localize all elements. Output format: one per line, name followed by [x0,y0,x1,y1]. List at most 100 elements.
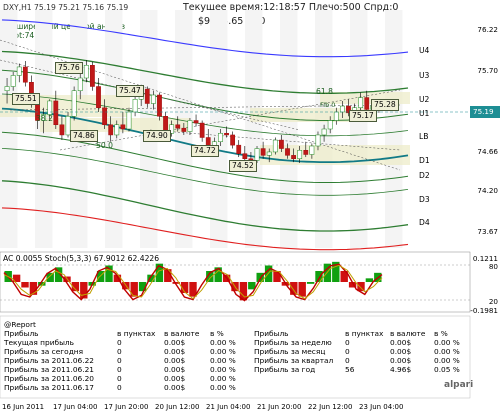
ac-bar [21,282,29,288]
ac-bar [290,282,298,295]
time-band [280,10,298,248]
report-col: в валюте [164,329,200,338]
report-cell: Прибыль за 2011.06.21 [4,365,94,374]
report-col: Прибыль [4,329,39,338]
candle [199,122,205,138]
time-band [210,10,228,248]
price-badge: 75.51 [12,93,40,105]
candle [83,65,89,79]
fib-label: 61.8 [316,87,333,96]
report-cell: 0.00 % [434,347,460,356]
report-cell: 0.00 % [434,356,460,365]
candle [96,86,101,108]
candle [364,97,370,110]
level-label-u1: U1 [419,109,430,118]
price-badge: 74.90 [143,130,171,142]
ac-bar [298,282,306,297]
price-badge: 74.86 [70,130,98,142]
candle [193,120,199,124]
time-band [385,10,403,248]
candle [126,111,132,130]
time-tick: 23 Jun 04:00 [359,403,404,411]
candle [102,107,107,125]
report-cell: 0.00 % [210,365,236,374]
report-panel: @Report Прибыль в пунктах в валюте в % П… [4,318,472,396]
candle [358,97,364,109]
candle [181,127,187,132]
report-cell: Прибыль за 2011.06.20 [4,374,94,383]
report-cell: 0.00 % [210,383,236,392]
candle [333,111,339,121]
fib-label: 38.2 [36,114,53,123]
candle [315,134,321,147]
candle [71,90,77,117]
candle [285,148,290,156]
time-band [245,10,263,248]
candle [254,148,260,161]
report-col: в пунктах [345,329,384,338]
candle [77,77,83,91]
report-cell: 0.00 % [210,356,236,365]
candle [260,148,266,156]
fib-label: 50.0 [96,141,113,150]
candle [144,88,150,104]
price-badge: 75.76 [55,62,83,74]
candle [132,99,138,113]
report-cell: Прибыль за 2011.06.17 [4,383,94,392]
report-cell: 0.00 % [210,374,236,383]
price-tick: 74.66 [477,147,498,156]
price-badge: 74.72 [191,145,219,157]
report-col: в пунктах [117,329,156,338]
ac-bar [46,272,54,282]
report-col: в % [434,329,448,338]
report-cell: Текущая прибыль [4,338,74,347]
candle [230,134,236,146]
price-tick: 75.70 [477,66,498,75]
report-cell: 0 [345,356,350,365]
level-label-u4: U4 [419,46,430,55]
level-d3 [1,180,409,232]
brand-logo: alpari [444,380,474,390]
report-cell: 0 [345,338,350,347]
report-cell: Прибыль за квартал [254,356,334,365]
candle [297,150,303,159]
ac-bar [130,282,138,297]
candle [291,155,296,160]
report-col: в % [210,329,224,338]
stoch-tick: -0.1981 [470,306,498,315]
time-tick: 16 Jun 2011 [2,403,45,411]
fib-label: Fib 0 [320,101,336,109]
report-title: @Report [4,320,36,329]
time-tick: 22 Jun 12:00 [308,403,353,411]
report-cell: Прибыль за год [254,365,316,374]
time-tick: 17 Jun 20:00 [104,403,149,411]
level-label-lb: LB [419,132,429,141]
report-cell: 0.00$ [164,356,186,365]
stoch-tick: 20 [488,297,498,306]
stoch-tick: 80 [488,262,498,271]
time-axis: 16 Jun 2011 17 Jun 04:00 17 Jun 20:00 20 Ju… [0,401,470,413]
time-tick: 17 Jun 04:00 [53,403,98,411]
level-u4 [1,19,409,58]
report-cell: 0.00$ [390,338,412,347]
report-cell: 0.00 % [210,347,236,356]
level-label-d1: D1 [419,156,430,165]
report-cell: 0.00$ [390,347,412,356]
report-cell: 0 [117,383,122,392]
candle [16,66,22,76]
candle [150,94,156,104]
candle [53,100,59,125]
report-cell: Прибыль за 2011.06.22 [4,356,94,365]
report-cell: 0.00$ [164,374,186,383]
candle [157,94,162,117]
report-col: в валюте [390,329,426,338]
price-tick: 76.22 [477,25,498,34]
current-price-tag: 75.19 [470,106,500,118]
ac-histogram [4,261,382,301]
time-tick: 21 Jun 20:00 [257,403,302,411]
report-cell: 0 [117,374,122,383]
report-cell: 0 [117,347,122,356]
report-cell: 0.00$ [390,356,412,365]
candle [339,105,345,113]
candle [90,65,95,87]
